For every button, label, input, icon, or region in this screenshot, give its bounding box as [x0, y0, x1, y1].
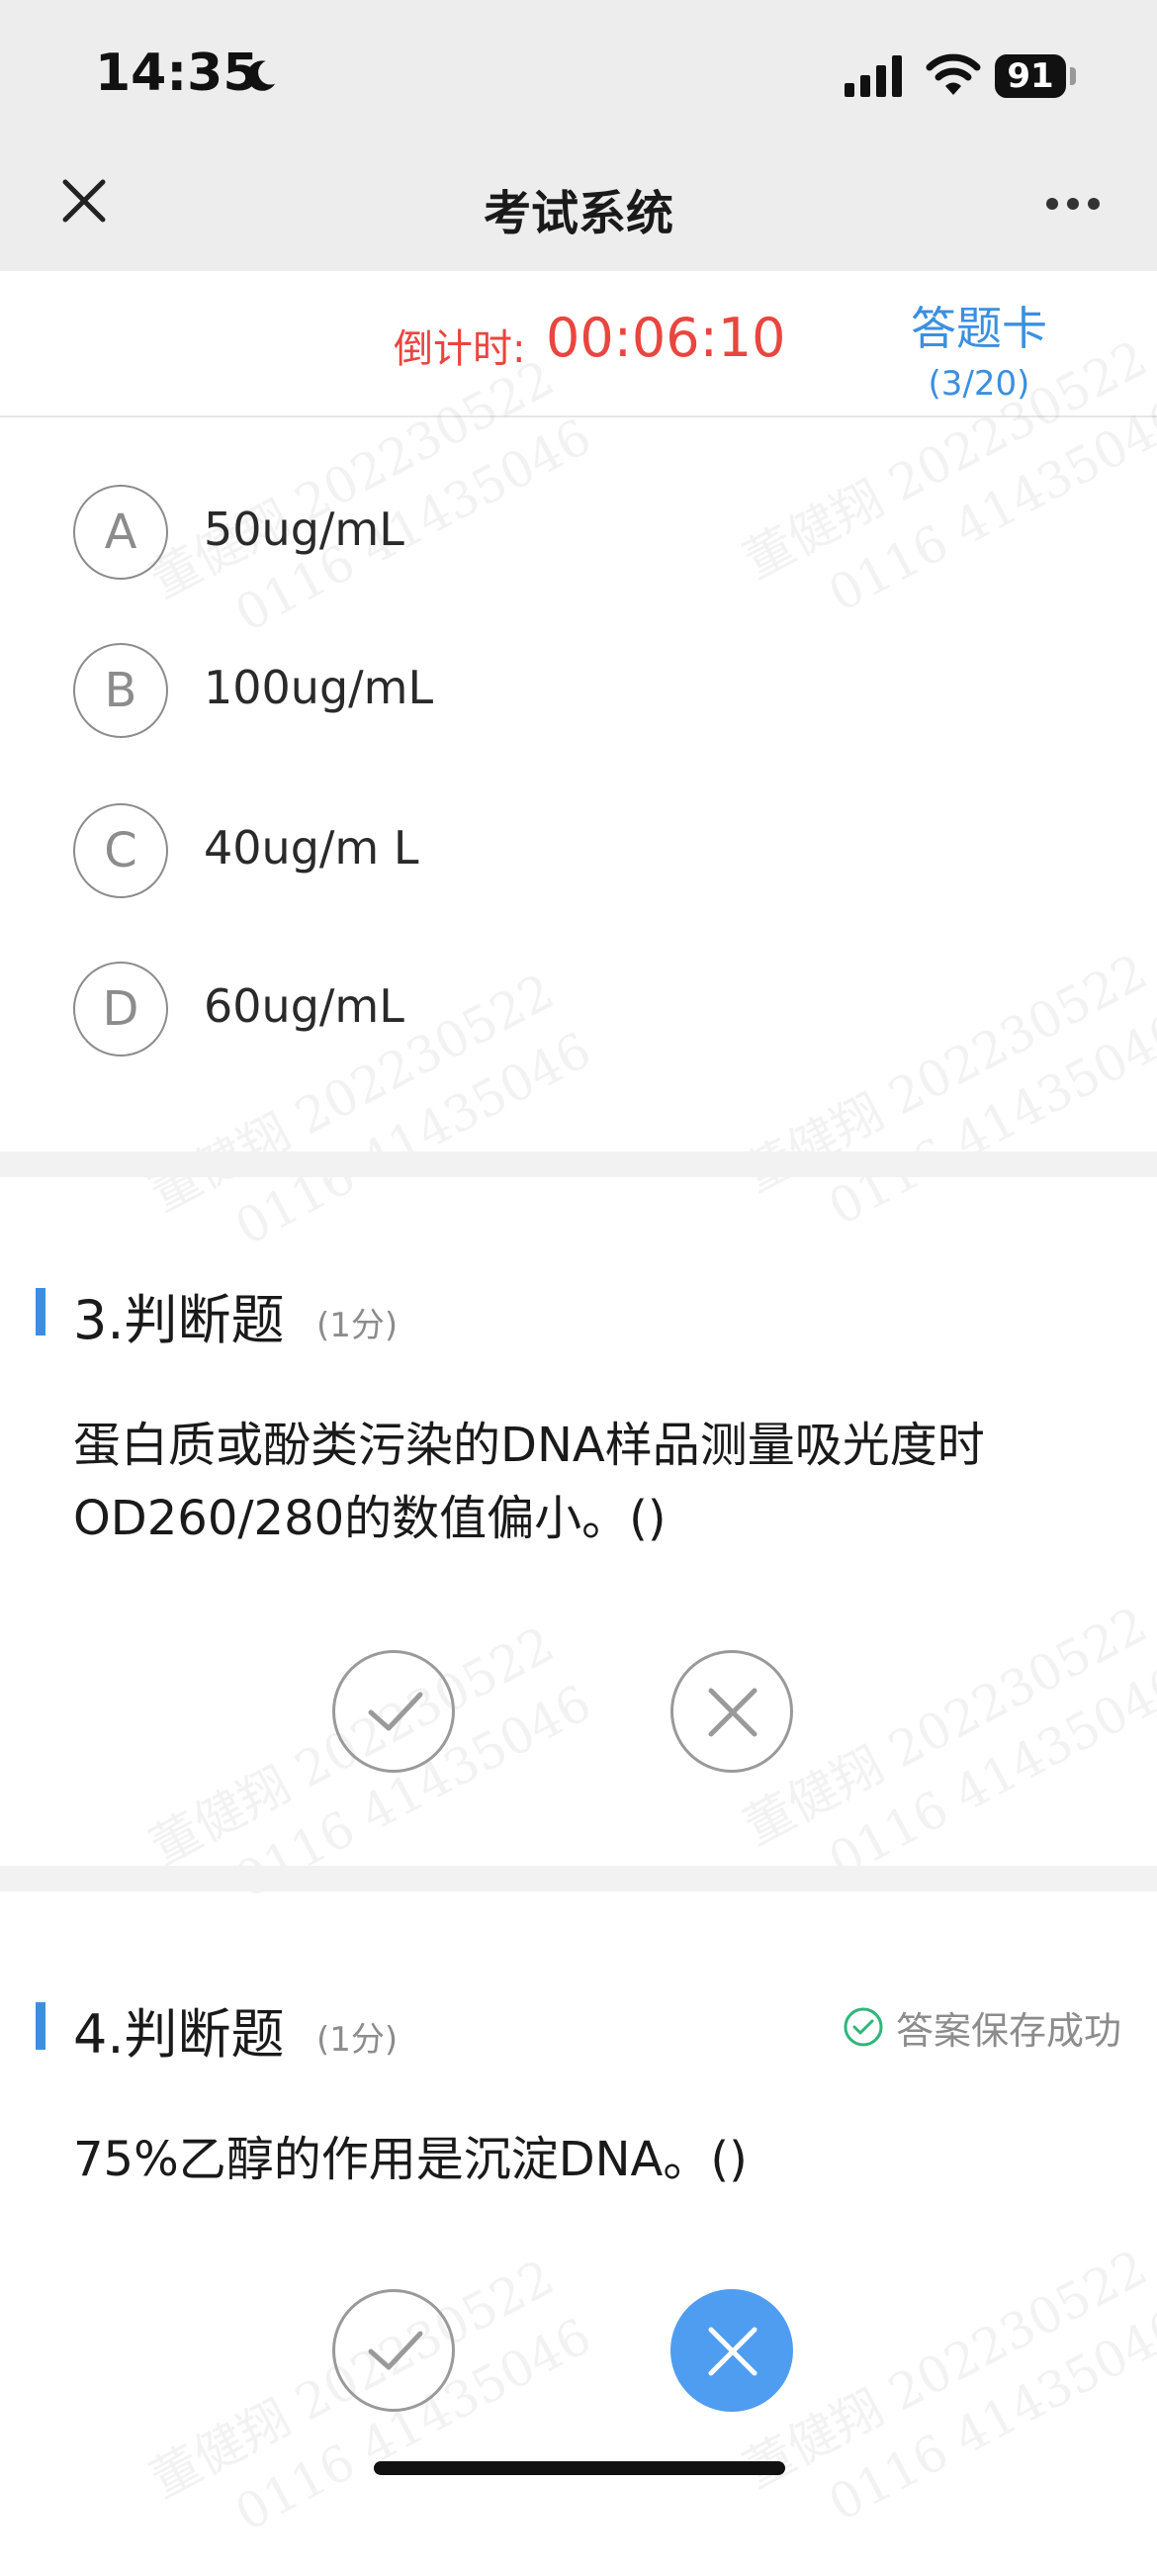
option-letter: A: [73, 485, 168, 580]
true-button[interactable]: [332, 2289, 455, 2412]
check-circle-icon: [844, 2007, 883, 2047]
battery-cap: [1070, 67, 1076, 85]
battery-level: 91: [995, 54, 1066, 98]
option-letter: D: [73, 962, 168, 1057]
watermark: 董健翔 202230522 0116 41435046: [734, 2239, 1157, 2533]
option-text: 100ug/mL: [204, 661, 434, 714]
page-title: 考试系统: [483, 186, 673, 241]
false-button-selected[interactable]: [670, 2289, 793, 2412]
check-icon: [368, 1692, 423, 1731]
save-status-text: 答案保存成功: [896, 2009, 1122, 2053]
option-letter: B: [73, 643, 168, 738]
question-marker: [36, 1288, 45, 1335]
wifi-icon: [926, 53, 981, 95]
option-d[interactable]: D 60ug/mL: [73, 962, 1062, 1060]
cellular-signal-icon: [845, 55, 902, 97]
option-text: 60ug/mL: [204, 979, 404, 1033]
question-3-title: 3.判断题: [73, 1289, 285, 1351]
option-text: 50ug/mL: [204, 503, 404, 556]
countdown-label: 倒计时:: [394, 326, 526, 372]
section-divider: [0, 1151, 1157, 1177]
option-b[interactable]: B 100ug/mL: [73, 643, 1062, 742]
status-time: 14:35: [95, 44, 259, 103]
question-4-score: (1分): [316, 2020, 399, 2060]
question-4-title: 4.判断题: [73, 2003, 285, 2066]
option-text: 40ug/m L: [204, 821, 419, 874]
question-marker: [36, 2002, 45, 2050]
close-icon: [708, 2327, 757, 2376]
check-icon: [368, 2331, 423, 2370]
more-options-icon[interactable]: [1044, 194, 1102, 214]
answer-card-progress: (3/20): [928, 364, 1030, 404]
question-4-text: 75%乙醇的作用是沉淀DNA。(): [73, 2132, 748, 2187]
close-icon: [708, 1688, 757, 1737]
false-button[interactable]: [670, 1650, 793, 1773]
watermark: 董健翔 202230522 0116 41435046: [140, 2249, 600, 2543]
home-indicator[interactable]: [374, 2461, 785, 2475]
question-3-text: 蛋白质或酚类污染的DNA样品测量吸光度时OD260/280的数值偏小。(): [73, 1418, 985, 1546]
option-letter: C: [73, 803, 168, 898]
section-divider: [0, 1866, 1157, 1891]
countdown-value: 00:06:10: [546, 307, 786, 369]
option-a[interactable]: A 50ug/mL: [73, 485, 1062, 584]
true-button[interactable]: [332, 1650, 455, 1773]
question-3-score: (1分): [316, 1306, 399, 1345]
moon-icon: [247, 60, 276, 91]
answer-card-label: 答题卡: [911, 302, 1047, 355]
answer-card-button[interactable]: 答题卡 (3/20): [890, 293, 1068, 404]
option-c[interactable]: C 40ug/m L: [73, 803, 1062, 902]
